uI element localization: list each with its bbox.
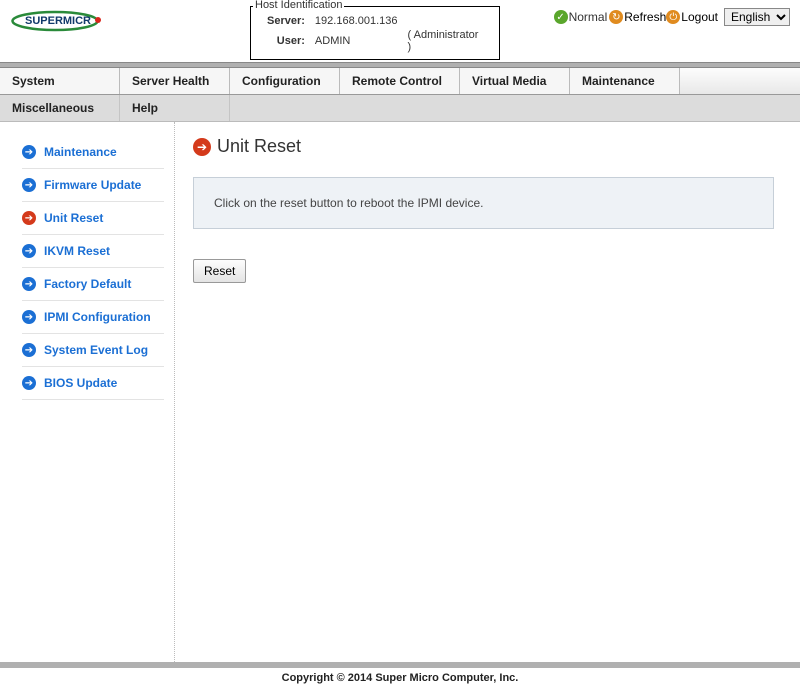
host-identification: Host Identification Server: 192.168.001.…: [250, 6, 500, 60]
svg-text:SUPERMICR: SUPERMICR: [25, 15, 91, 27]
logout-icon[interactable]: ⏻: [666, 10, 680, 24]
user-label: User:: [263, 29, 309, 53]
menu-help[interactable]: Help: [120, 95, 230, 121]
sidebar: ➔ Maintenance ➔ Firmware Update ➔ Unit R…: [0, 122, 175, 662]
sidebar-label: System Event Log: [44, 343, 148, 357]
menu-virtual-media[interactable]: Virtual Media: [460, 68, 570, 94]
arrow-icon: ➔: [22, 244, 36, 258]
arrow-icon: ➔: [22, 376, 36, 390]
refresh-link[interactable]: Refresh: [624, 10, 666, 24]
page-title: Unit Reset: [217, 136, 301, 157]
status-ok-icon: ✓: [554, 10, 568, 24]
menu-maintenance[interactable]: Maintenance: [570, 68, 680, 94]
sidebar-item-system-event-log[interactable]: ➔ System Event Log: [22, 334, 164, 367]
menu-system[interactable]: System: [0, 68, 120, 94]
menu-spacer: [680, 68, 800, 94]
main-menu: System Server Health Configuration Remot…: [0, 68, 800, 95]
page-title-row: ➔ Unit Reset: [193, 136, 774, 157]
sidebar-label: Maintenance: [44, 145, 117, 159]
main-panel: ➔ Unit Reset Click on the reset button t…: [175, 122, 800, 662]
menu-configuration[interactable]: Configuration: [230, 68, 340, 94]
user-value: ADMIN: [311, 29, 402, 53]
sidebar-item-unit-reset[interactable]: ➔ Unit Reset: [22, 202, 164, 235]
refresh-icon[interactable]: ↻: [609, 10, 623, 24]
arrow-icon: ➔: [22, 277, 36, 291]
status-label: Normal: [569, 10, 608, 24]
sidebar-label: IPMI Configuration: [44, 310, 151, 324]
sidebar-item-maintenance[interactable]: ➔ Maintenance: [22, 136, 164, 169]
host-id-legend: Host Identification: [253, 0, 344, 11]
sidebar-item-factory-default[interactable]: ➔ Factory Default: [22, 268, 164, 301]
sidebar-item-ipmi-configuration[interactable]: ➔ IPMI Configuration: [22, 301, 164, 334]
arrow-icon: ➔: [22, 310, 36, 324]
top-links: ✓ Normal ↻ Refresh ⏻ Logout English: [554, 8, 790, 26]
menu-miscellaneous[interactable]: Miscellaneous: [0, 95, 120, 121]
arrow-icon: ➔: [22, 178, 36, 192]
page-header: SUPERMICR Host Identification Server: 19…: [0, 0, 800, 62]
server-value: 192.168.001.136: [311, 15, 402, 27]
sidebar-label: Firmware Update: [44, 178, 141, 192]
reset-button[interactable]: Reset: [193, 259, 246, 283]
footer-copyright: Copyright © 2014 Super Micro Computer, I…: [0, 668, 800, 686]
sidebar-label: BIOS Update: [44, 376, 117, 390]
server-label: Server:: [263, 15, 309, 27]
sidebar-item-ikvm-reset[interactable]: ➔ IKVM Reset: [22, 235, 164, 268]
sidebar-item-firmware-update[interactable]: ➔ Firmware Update: [22, 169, 164, 202]
arrow-icon: ➔: [22, 145, 36, 159]
content-area: ➔ Maintenance ➔ Firmware Update ➔ Unit R…: [0, 122, 800, 662]
sidebar-item-bios-update[interactable]: ➔ BIOS Update: [22, 367, 164, 400]
menu-server-health[interactable]: Server Health: [120, 68, 230, 94]
sidebar-label: Factory Default: [44, 277, 131, 291]
arrow-icon: ➔: [22, 211, 36, 225]
secondary-menu: Miscellaneous Help: [0, 95, 800, 122]
info-box: Click on the reset button to reboot the …: [193, 177, 774, 229]
language-select[interactable]: English: [724, 8, 790, 26]
arrow-icon: ➔: [22, 343, 36, 357]
user-role: ( Administrator ): [404, 29, 487, 53]
page-title-icon: ➔: [193, 138, 211, 156]
menu-remote-control[interactable]: Remote Control: [340, 68, 460, 94]
logout-link[interactable]: Logout: [681, 10, 718, 24]
supermicro-logo: SUPERMICR: [10, 6, 120, 36]
sidebar-label: Unit Reset: [44, 211, 103, 225]
sidebar-label: IKVM Reset: [44, 244, 110, 258]
